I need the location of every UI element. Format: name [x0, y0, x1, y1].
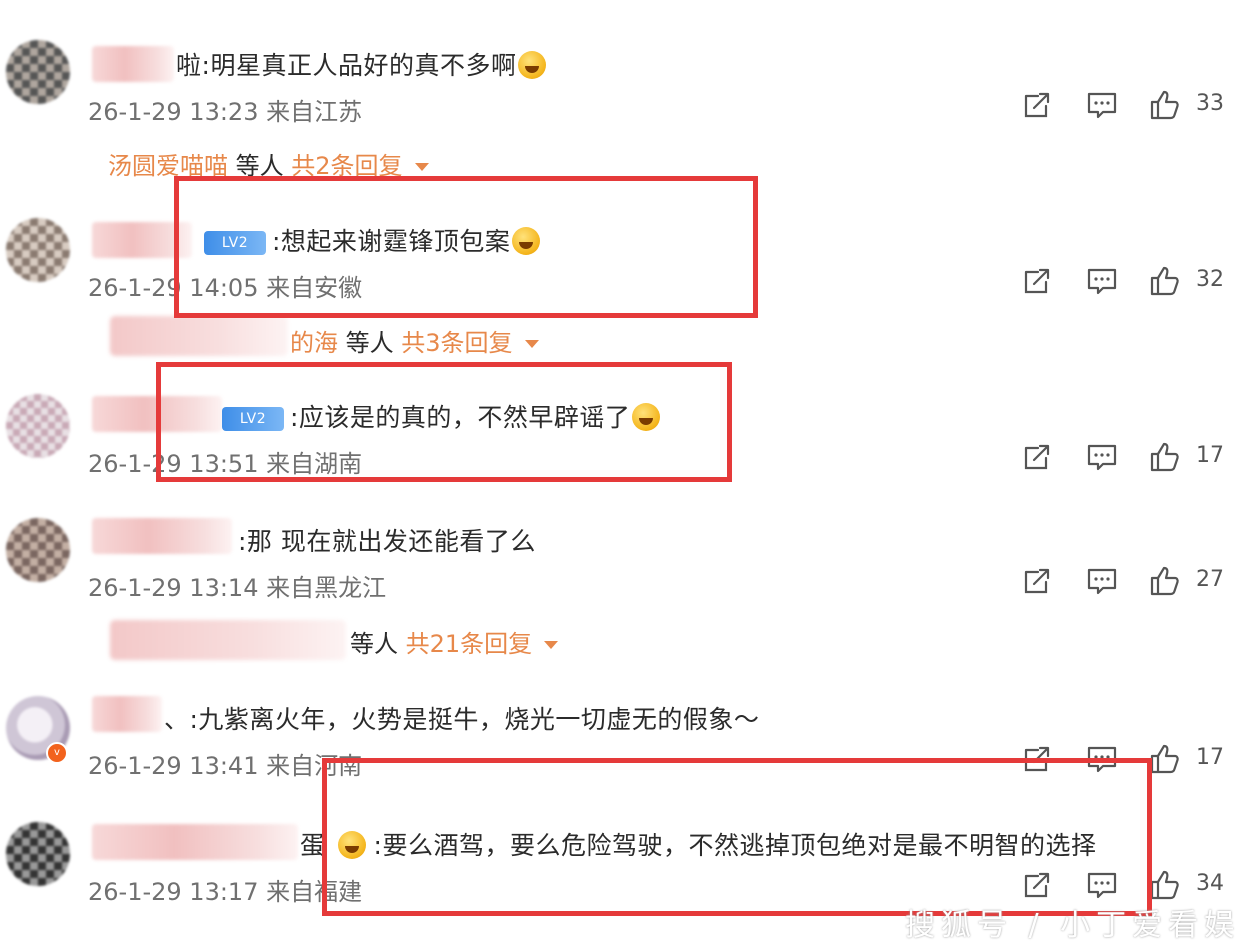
highlight-box	[156, 362, 732, 482]
expand-arrow-icon	[544, 641, 559, 649]
share-icon[interactable]	[1020, 264, 1054, 298]
expand-arrow-icon	[414, 163, 429, 171]
like-count: 33	[1196, 91, 1224, 116]
share-icon[interactable]	[1020, 564, 1054, 598]
username-blurred[interactable]	[92, 46, 174, 82]
reply-user-blurred	[110, 620, 346, 660]
comment-text: :那 现在就出发还能看了么	[238, 527, 536, 556]
like-icon[interactable]	[1148, 868, 1182, 902]
highlight-box	[322, 758, 1152, 916]
watermark: 搜狐号 / 小丁爱看娱乐	[905, 908, 1238, 943]
reply-summary-link[interactable]: 的海 等人 共3条回复	[290, 323, 539, 358]
like-count: 32	[1196, 267, 1224, 292]
comment-text: 、:九紫离火年，火势是挺牛，烧光一切虚无的假象～	[164, 705, 760, 734]
like-count: 17	[1196, 745, 1224, 770]
username-blurred[interactable]	[92, 696, 162, 732]
like-count: 34	[1196, 871, 1224, 896]
share-icon[interactable]	[1020, 88, 1054, 122]
comment-meta: 26-1-29 13:23 来自江苏	[88, 98, 363, 126]
reply-user-blurred	[110, 316, 288, 356]
comment-icon[interactable]	[1085, 88, 1119, 122]
share-icon[interactable]	[1020, 440, 1054, 474]
like-icon[interactable]	[1148, 564, 1182, 598]
avatar[interactable]	[6, 822, 70, 886]
expand-arrow-icon	[524, 340, 539, 348]
grin-sweat-emoji-icon	[518, 51, 547, 79]
comment-icon[interactable]	[1085, 564, 1119, 598]
avatar[interactable]	[6, 394, 70, 458]
like-count: 27	[1196, 567, 1224, 592]
highlight-box	[174, 176, 758, 318]
avatar[interactable]	[6, 218, 70, 282]
like-icon[interactable]	[1148, 440, 1182, 474]
comment-meta: 26-1-29 13:14 来自黑龙江	[88, 574, 387, 602]
comment-meta: 26-1-29 13:41 来自河南	[88, 752, 363, 780]
avatar[interactable]	[6, 40, 70, 104]
comment-icon[interactable]	[1085, 440, 1119, 474]
comment-meta: 26-1-29 13:17 来自福建	[88, 878, 363, 906]
username-blurred[interactable]	[92, 518, 232, 554]
comment-text: 啦:明星真正人品好的真不多啊	[176, 46, 547, 82]
username-blurred[interactable]	[92, 824, 298, 860]
vip-badge-icon: v	[46, 742, 68, 764]
like-count: 17	[1196, 443, 1224, 468]
reply-summary-link[interactable]: 等人 共21条回复	[350, 624, 559, 659]
like-icon[interactable]	[1148, 742, 1182, 776]
avatar[interactable]	[6, 518, 70, 582]
like-icon[interactable]	[1148, 264, 1182, 298]
like-icon[interactable]	[1148, 88, 1182, 122]
comment-icon[interactable]	[1085, 264, 1119, 298]
